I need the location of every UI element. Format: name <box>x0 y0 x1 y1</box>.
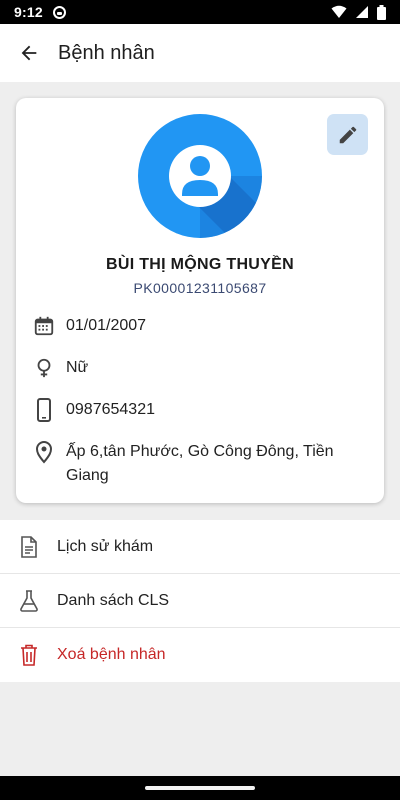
menu-item-cls-list[interactable]: Danh sách CLS <box>0 574 400 628</box>
menu-item-label: Danh sách CLS <box>57 591 170 609</box>
arrow-left-icon <box>21 45 37 61</box>
flask-icon <box>18 589 40 613</box>
battery-icon <box>377 4 386 20</box>
home-gesture-handle[interactable] <box>145 786 255 790</box>
gender-text: Nữ <box>66 359 89 376</box>
phone-text: 0987654321 <box>66 401 155 418</box>
status-time: 9:12 <box>14 4 43 20</box>
system-nav-bar <box>0 776 400 800</box>
person-icon <box>169 145 262 238</box>
patient-card: BÙI THỊ MỘNG THUYỀN PK00001231105687 01/… <box>16 98 384 503</box>
wifi-icon <box>331 5 347 18</box>
calendar-icon <box>32 314 56 338</box>
birthdate-text: 01/01/2007 <box>66 317 147 334</box>
back-button[interactable] <box>14 38 44 68</box>
menu-item-label: Lịch sử khám <box>57 537 154 555</box>
trash-icon <box>18 643 40 667</box>
menu-item-exam-history[interactable]: Lịch sử khám <box>0 520 400 574</box>
status-bar: 9:12 <box>0 0 400 24</box>
notification-dot-icon <box>52 5 66 19</box>
menu-item-label: Xoá bệnh nhân <box>57 646 166 663</box>
action-menu: Lịch sử khám Danh sách CLS Xoá bệnh nhân <box>0 520 400 682</box>
female-icon <box>32 356 56 380</box>
avatar <box>138 114 262 238</box>
page-title: Bệnh nhân <box>58 41 155 64</box>
app-bar: Bệnh nhân <box>0 24 400 82</box>
signal-icon <box>356 6 368 18</box>
pencil-icon <box>339 126 356 143</box>
address-row: Ấp 6,tân Phước, Gò Công Đông, Tiền Giang <box>32 440 372 488</box>
patient-code: PK00001231105687 <box>133 280 267 296</box>
phone-row: 0987654321 <box>32 398 372 422</box>
phone-icon <box>32 398 56 422</box>
gender-row: Nữ <box>32 356 372 380</box>
address-text: Ấp 6,tân Phước, Gò Công Đông, Tiền Giang <box>66 443 334 484</box>
edit-button[interactable] <box>327 114 368 155</box>
patient-name: BÙI THỊ MỘNG THUYỀN <box>106 256 294 273</box>
menu-item-delete-patient[interactable]: Xoá bệnh nhân <box>0 628 400 682</box>
birthdate-row: 01/01/2007 <box>32 314 372 338</box>
location-pin-icon <box>32 440 56 464</box>
status-icons <box>331 4 386 20</box>
document-icon <box>18 535 40 559</box>
